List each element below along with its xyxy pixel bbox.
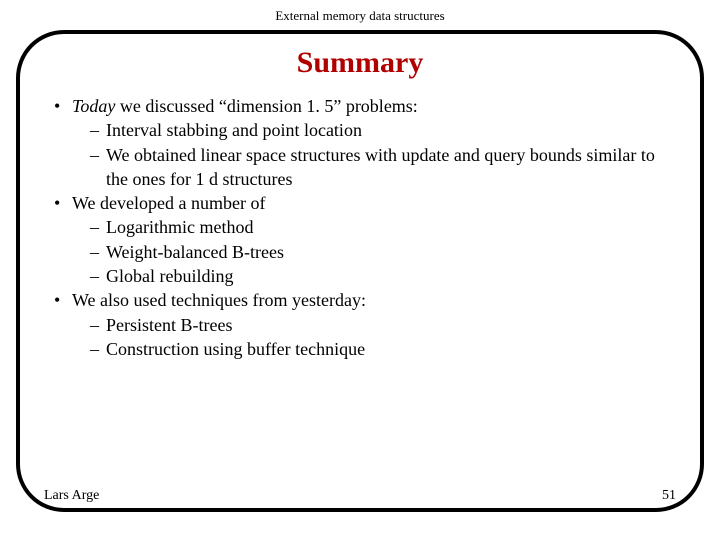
sub-bullet-item: – Persistent B-trees [50,313,670,337]
sub-bullet-dash: – [90,143,106,192]
bullet-item: • We developed a number of [50,191,670,215]
sub-bullet-item: – We obtained linear space structures wi… [50,143,670,192]
sub-bullet-text: Logarithmic method [106,215,670,239]
sub-bullet-dash: – [90,264,106,288]
sub-bullet-dash: – [90,215,106,239]
bullet-dot: • [50,94,72,118]
slide-content: • Today we discussed “dimension 1. 5” pr… [50,94,670,361]
sub-bullet-text: Interval stabbing and point location [106,118,670,142]
bullet-emph: Today [72,96,115,116]
sub-bullet-dash: – [90,337,106,361]
bullet-item: • We also used techniques from yesterday… [50,288,670,312]
bullet-text: We also used techniques from yesterday: [72,288,670,312]
course-header: External memory data structures [0,8,720,24]
sub-bullet-text: Global rebuilding [106,264,670,288]
page-number: 51 [662,488,676,504]
sub-bullet-item: – Construction using buffer technique [50,337,670,361]
slide-frame: Summary • Today we discussed “dimension … [16,30,704,512]
sub-bullet-dash: – [90,240,106,264]
bullet-text: Today we discussed “dimension 1. 5” prob… [72,94,670,118]
author-footer: Lars Arge [44,488,99,504]
sub-bullet-item: – Weight-balanced B-trees [50,240,670,264]
sub-bullet-text: Weight-balanced B-trees [106,240,670,264]
sub-bullet-text: Construction using buffer technique [106,337,670,361]
sub-bullet-item: – Interval stabbing and point location [50,118,670,142]
bullet-dot: • [50,191,72,215]
bullet-text: We developed a number of [72,191,670,215]
sub-bullet-text: We obtained linear space structures with… [106,143,670,192]
sub-bullet-text: Persistent B-trees [106,313,670,337]
bullet-item: • Today we discussed “dimension 1. 5” pr… [50,94,670,118]
sub-bullet-item: – Global rebuilding [50,264,670,288]
sub-bullet-dash: – [90,313,106,337]
slide-title: Summary [50,46,670,80]
sub-bullet-dash: – [90,118,106,142]
bullet-dot: • [50,288,72,312]
sub-bullet-item: – Logarithmic method [50,215,670,239]
